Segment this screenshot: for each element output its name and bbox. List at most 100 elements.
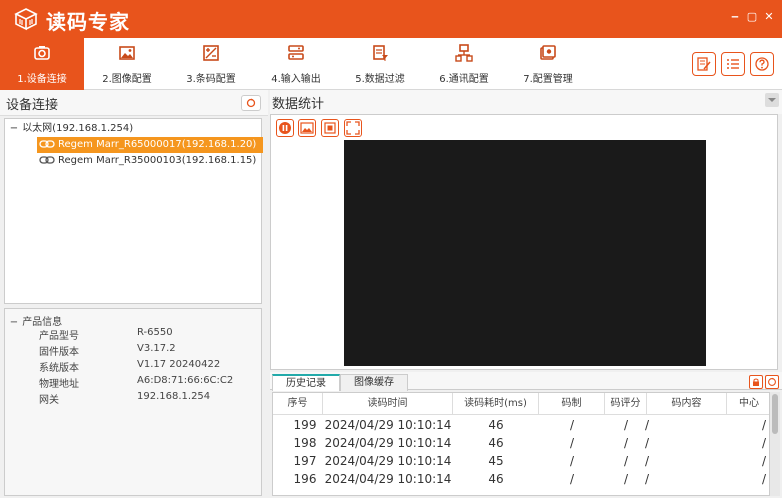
tab-history[interactable]: 历史记录	[272, 374, 340, 391]
tree-root[interactable]: − 以太网(192.168.1.254)	[9, 121, 133, 137]
maximize-button[interactable]: ▢	[745, 10, 759, 24]
chevron-down-icon	[768, 98, 776, 102]
cell: /	[644, 454, 650, 468]
column-header[interactable]: 读码时间	[323, 393, 453, 415]
collapse-icon[interactable]: −	[9, 121, 19, 137]
cell: 2024/04/29 10:10:14	[324, 472, 452, 486]
column-header[interactable]: 码制	[539, 393, 605, 415]
tab-label: 5.数据过滤	[355, 74, 405, 85]
cell: 2024/04/29 10:10:14	[324, 418, 452, 432]
cell: /	[569, 436, 575, 450]
tree-device-item[interactable]: Regem Marr_R65000017(192.168.1.20)	[37, 137, 263, 153]
tab-config-manage[interactable]: 7.配置管理	[506, 38, 590, 90]
io-icon	[288, 45, 304, 60]
pause-icon	[279, 122, 291, 134]
help-icon	[755, 57, 769, 71]
cell: 46	[488, 472, 504, 486]
info-value: R-6550	[137, 327, 173, 338]
tab-data-filter[interactable]: 5.数据过滤	[338, 38, 422, 90]
tab-io[interactable]: 4.输入输出	[254, 38, 338, 90]
cell: 46	[488, 436, 504, 450]
collapse-icon[interactable]: −	[9, 317, 19, 328]
table-row[interactable]: 196 2024/04/29 10:10:14 46 / / / /	[273, 470, 769, 488]
save-image-button[interactable]	[298, 119, 316, 137]
cell: /	[569, 454, 575, 468]
info-key: 产品型号	[39, 331, 79, 342]
info-value: V3.17.2	[137, 343, 176, 354]
camera-icon	[34, 46, 50, 60]
refresh-button[interactable]	[241, 95, 261, 111]
clear-button[interactable]	[765, 375, 779, 389]
fit-button[interactable]	[321, 119, 339, 137]
tab-label: 2.图像配置	[102, 74, 152, 85]
column-header[interactable]: 中心	[727, 393, 769, 415]
cell: /	[761, 472, 767, 486]
info-key: 系统版本	[39, 363, 79, 374]
tab-barcode-config[interactable]: 3.条码配置	[169, 38, 253, 90]
network-icon	[455, 44, 473, 62]
edit-icon	[697, 57, 711, 71]
filter-icon	[373, 45, 388, 61]
device-label: Regem Marr_R35000103(192.168.1.15)	[58, 155, 257, 166]
stats-panel-title: 数据统计	[272, 97, 325, 112]
device-panel-header: 设备连接	[0, 90, 268, 116]
lock-button[interactable]	[749, 375, 763, 389]
fullscreen-button[interactable]	[344, 119, 362, 137]
tab-label: 1.设备连接	[17, 74, 67, 85]
history-table: 序号 读码时间 读码耗时(ms) 码制 码评分 码内容 中心 199 2024/…	[272, 392, 770, 496]
fullscreen-icon	[346, 121, 360, 135]
info-key: 固件版本	[39, 347, 79, 358]
cell: 45	[488, 454, 504, 468]
scrollbar-thumb[interactable]	[772, 394, 778, 434]
product-info-header[interactable]: − 产品信息	[9, 313, 62, 328]
tab-label: 6.通讯配置	[439, 74, 489, 85]
tab-image-config[interactable]: 2.图像配置	[85, 38, 169, 90]
device-label: Regem Marr_R65000017(192.168.1.20)	[58, 139, 257, 150]
table-row[interactable]: 197 2024/04/29 10:10:14 45 / / / /	[273, 452, 769, 470]
tab-image-cache[interactable]: 图像缓存	[340, 374, 408, 391]
product-info-panel: − 产品信息 产品型号 R-6550 固件版本 V3.17.2 系统版本 V1.…	[4, 308, 262, 496]
pause-button[interactable]	[276, 119, 294, 137]
table-scrollbar[interactable]	[770, 392, 780, 496]
link-icon	[39, 156, 55, 164]
table-row[interactable]: 198 2024/04/29 10:10:14 46 / / / /	[273, 434, 769, 452]
table-row[interactable]: 199 2024/04/29 10:10:14 46 / / / /	[273, 416, 769, 434]
image-save-icon	[300, 122, 314, 134]
column-header[interactable]: 码内容	[647, 393, 727, 415]
link-icon	[39, 140, 55, 148]
info-key: 网关	[39, 395, 59, 406]
tree-root-label: 以太网(192.168.1.254)	[22, 123, 134, 134]
stats-panel-header: 数据统计	[270, 90, 782, 114]
barcode-config-icon	[203, 45, 219, 61]
info-value: A6:D8:71:66:6C:C2	[137, 375, 234, 386]
cell: /	[569, 418, 575, 432]
edit-button[interactable]	[692, 52, 716, 76]
list-button[interactable]	[721, 52, 745, 76]
fit-icon	[324, 122, 336, 134]
close-button[interactable]: ✕	[762, 10, 776, 24]
tab-comm-config[interactable]: 6.通讯配置	[422, 38, 506, 90]
cell: /	[569, 472, 575, 486]
help-button[interactable]	[750, 52, 774, 76]
column-header[interactable]: 读码耗时(ms)	[453, 393, 539, 415]
cell: 2024/04/29 10:10:14	[324, 436, 452, 450]
cell: /	[761, 436, 767, 450]
tree-device-item[interactable]: Regem Marr_R35000103(192.168.1.15)	[37, 153, 256, 169]
cell: /	[644, 436, 650, 450]
tab-label: 3.条码配置	[186, 74, 236, 85]
cell: 2024/04/29 10:10:14	[324, 454, 452, 468]
cell: /	[644, 418, 650, 432]
cell: /	[761, 454, 767, 468]
column-header[interactable]: 序号	[273, 393, 323, 415]
cell: /	[761, 418, 767, 432]
column-header[interactable]: 码评分	[605, 393, 647, 415]
minimize-button[interactable]: ‒	[728, 10, 742, 24]
camera-image	[344, 140, 706, 366]
info-value: 192.168.1.254	[137, 391, 211, 402]
tab-device-connect[interactable]: 1.设备连接	[0, 38, 84, 90]
app-logo-icon	[14, 8, 38, 31]
main-toolbar: 1.设备连接 2.图像配置 3.条码配置 4.输入输出 5.数据过滤 6.通讯配…	[0, 38, 782, 90]
panel-collapse-button[interactable]	[765, 93, 779, 107]
refresh-icon	[768, 377, 776, 386]
app-title: 读码专家	[46, 10, 130, 34]
